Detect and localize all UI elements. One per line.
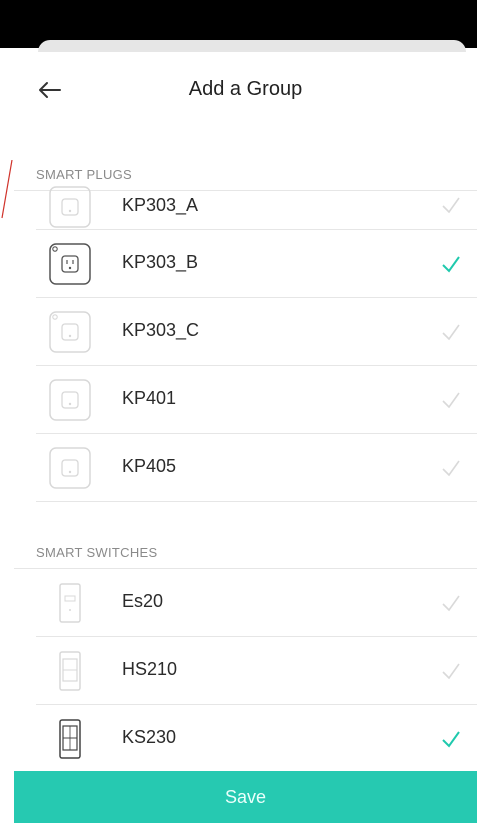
device-row[interactable]: Es20	[36, 569, 477, 637]
smart-plug-icon	[49, 186, 91, 228]
smart-plug-icon	[49, 311, 91, 353]
device-label: KP303_A	[122, 195, 199, 215]
device-row[interactable]: KP303_C	[36, 298, 477, 366]
add-group-sheet: Add a Group SMART PLUGS KP303_A KP303_B	[14, 52, 477, 823]
device-row[interactable]: HS210	[36, 637, 477, 705]
header: Add a Group	[14, 52, 477, 128]
checkmark-icon	[442, 392, 460, 409]
device-label: KP401	[122, 388, 177, 408]
device-label: KP303_C	[122, 320, 200, 340]
device-row[interactable]: KP303_A	[36, 186, 477, 230]
smart-plug-icon	[49, 447, 91, 489]
checkmark-icon	[442, 663, 460, 680]
checkmark-icon	[442, 460, 460, 477]
light-switch-icon	[59, 651, 81, 691]
device-row[interactable]: KS230	[36, 705, 477, 773]
smart-plug-icon	[49, 243, 91, 285]
checkmark-icon	[442, 197, 460, 214]
device-row[interactable]: KP405	[36, 434, 477, 502]
checkmark-icon	[442, 731, 460, 748]
section-header-smart-switches: SMART SWITCHES	[14, 538, 477, 569]
device-label: HS210	[122, 659, 178, 679]
device-list: SMART PLUGS KP303_A KP303_B KP303_C KP40…	[14, 160, 477, 773]
save-button[interactable]: Save	[14, 771, 477, 823]
device-label: KS230	[122, 727, 177, 747]
annotation-line	[1, 160, 13, 219]
checkmark-icon	[442, 256, 460, 273]
light-switch-icon	[59, 719, 81, 759]
smart-plug-icon	[49, 379, 91, 421]
checkmark-icon	[442, 324, 460, 341]
device-row[interactable]: KP401	[36, 366, 477, 434]
light-switch-icon	[59, 583, 81, 623]
device-label: Es20	[122, 591, 164, 611]
device-label: KP405	[122, 456, 177, 476]
device-label: KP303_B	[122, 252, 199, 272]
device-row[interactable]: KP303_B	[36, 230, 477, 298]
checkmark-icon	[442, 595, 460, 612]
page-title: Add a Group	[188, 78, 303, 100]
